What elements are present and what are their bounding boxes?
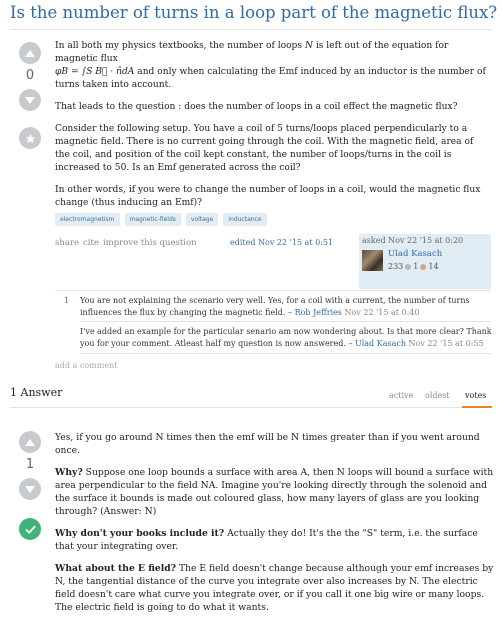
answer-body: Yes, if you go around N times then the e…	[55, 431, 495, 623]
comment-time[interactable]: Nov 22 '15 at 0:40	[344, 308, 419, 317]
tag-inductance[interactable]: inductance	[223, 213, 267, 226]
upvote-button[interactable]	[19, 431, 41, 453]
question-paragraph-1: In all both my physics textbooks, the nu…	[55, 40, 491, 92]
asked-time: asked Nov 22 '15 at 0:20	[362, 236, 464, 245]
question-vote-column: 0	[16, 42, 44, 149]
bronze-badge-count: 14	[428, 262, 439, 271]
add-comment-link[interactable]: add a comment	[55, 361, 117, 370]
question-paragraph-3: Consider the following setup. You have a…	[55, 124, 474, 173]
edited-link[interactable]: edited Nov 22 '15 at 0:51	[230, 238, 333, 247]
reputation-score: 233	[388, 262, 404, 271]
post-menu: share cite improve this question	[55, 238, 197, 248]
down-arrow-icon	[25, 96, 35, 104]
comment-1: You are not explaining the scenario very…	[80, 295, 492, 318]
sort-tab-votes[interactable]: votes	[465, 391, 486, 400]
tag-magnetic-fields[interactable]: magnetic-fields	[124, 213, 181, 226]
downvote-button[interactable]	[19, 478, 41, 500]
asker-name[interactable]: Ulad Kasach	[388, 249, 442, 259]
accepted-answer-badge	[19, 518, 41, 540]
answers-count-header: 1 Answer	[10, 386, 63, 399]
downvote-button[interactable]	[19, 89, 41, 111]
math-n: N	[304, 41, 313, 51]
question-vote-count: 0	[25, 68, 35, 83]
improve-link[interactable]: improve this question	[103, 238, 197, 248]
star-icon	[25, 133, 35, 143]
question-paragraph-2: That leads to the question : does the nu…	[55, 102, 458, 112]
answer-bold-why: Why?	[55, 467, 83, 478]
comment-score: 1	[64, 296, 70, 305]
answer-paragraph-1: Yes, if you go around N times then the e…	[55, 432, 480, 456]
bronze-badge-icon	[420, 263, 427, 270]
answer-bold-efield: What about the E field?	[55, 563, 177, 574]
cite-link[interactable]: cite	[83, 238, 99, 248]
answer-bold-books: Why don't your books include it?	[55, 528, 225, 539]
sort-tab-oldest[interactable]: oldest	[425, 391, 450, 400]
comment-time[interactable]: Nov 22 '15 at 0:55	[409, 339, 484, 348]
sort-tab-indicator	[462, 406, 492, 408]
upvote-button[interactable]	[19, 42, 41, 64]
question-title[interactable]: Is the number of turns in a loop part of…	[10, 2, 500, 24]
comment-2: I've added an example for the particular…	[80, 326, 492, 349]
comment-author[interactable]: Ulad Kasach	[355, 339, 406, 348]
tag-list: electromagnetism magnetic-fields voltage…	[55, 213, 267, 226]
comment-author[interactable]: Rob Jeffries	[295, 308, 342, 317]
answer-vote-column: 1	[16, 431, 44, 540]
title-divider	[10, 29, 492, 30]
answer-paragraph-2: Why? Suppose one loop bounds a surface w…	[55, 466, 495, 518]
favorite-button[interactable]	[19, 127, 41, 149]
tag-voltage[interactable]: voltage	[185, 213, 219, 226]
silver-badge-icon	[405, 263, 412, 270]
text: In all both my physics textbooks, the nu…	[55, 41, 303, 51]
answer-paragraph-3: Why don't your books include it? Actuall…	[55, 527, 495, 553]
avatar[interactable]	[362, 250, 383, 271]
question-body: In all both my physics textbooks, the nu…	[55, 40, 491, 219]
share-link[interactable]: share	[55, 238, 79, 248]
sort-tab-active[interactable]: active	[389, 391, 413, 400]
question-paragraph-4: In other words, if you were to change th…	[55, 185, 481, 208]
comment-divider	[80, 321, 491, 322]
checkmark-icon	[24, 525, 36, 534]
answer-paragraph-4: What about the E field? The E field does…	[55, 562, 495, 614]
asked-user-card: asked Nov 22 '15 at 0:20 Ulad Kasach 233…	[359, 234, 491, 289]
asker-reputation: 233 1 14	[388, 262, 439, 271]
tag-electromagnetism[interactable]: electromagnetism	[55, 213, 120, 226]
up-arrow-icon	[25, 438, 35, 446]
silver-badge-count: 1	[413, 262, 419, 271]
down-arrow-icon	[25, 485, 35, 493]
text: Suppose one loop bounds a surface with a…	[55, 467, 494, 517]
up-arrow-icon	[25, 49, 35, 57]
flux-formula: φB = ∫S B⃗ · n̂dA	[55, 67, 135, 77]
answers-divider	[10, 407, 492, 408]
comments-divider	[55, 290, 491, 291]
comment-divider	[80, 353, 491, 354]
answer-vote-count: 1	[25, 457, 35, 472]
